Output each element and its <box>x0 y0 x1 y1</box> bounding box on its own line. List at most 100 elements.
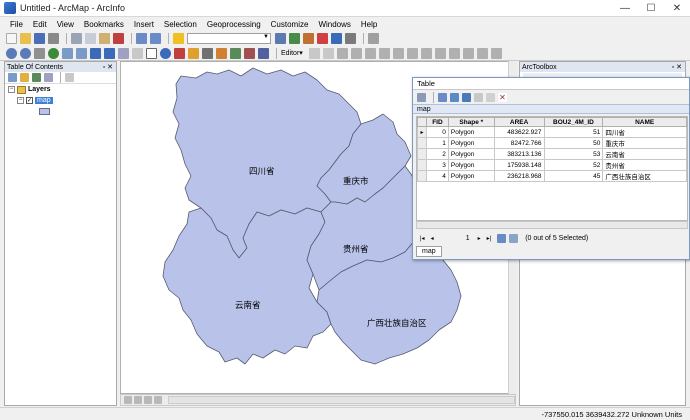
row-selector[interactable] <box>417 159 427 171</box>
arctoolbox-pin-close[interactable]: ▫ ✕ <box>672 63 682 71</box>
menu-view[interactable]: View <box>57 20 74 29</box>
cell-bou2-4m-id[interactable]: 52 <box>543 159 604 171</box>
full-extent-icon[interactable] <box>48 47 59 59</box>
column-header-name[interactable]: NAME <box>602 117 687 127</box>
cell-fid[interactable]: 4 <box>425 170 449 182</box>
map-horizontal-scrollbar[interactable] <box>168 396 515 404</box>
toc-layers-row[interactable]: − Layers <box>5 84 116 95</box>
province-yunnan[interactable] <box>162 207 332 365</box>
table-row[interactable]: 3 Polygon 175938.148 52 贵州省 <box>417 159 687 171</box>
cell-area[interactable]: 175938.148 <box>493 159 545 171</box>
zoom-to-selected-icon[interactable] <box>486 92 495 102</box>
find-icon[interactable] <box>216 47 227 59</box>
list-by-drawing-order-icon[interactable] <box>8 73 17 82</box>
delete-selected-icon[interactable]: ✕ <box>498 92 507 102</box>
cell-area[interactable]: 483622.927 <box>493 126 545 138</box>
cell-name[interactable]: 重庆市 <box>602 137 687 149</box>
collapse-icon[interactable]: − <box>8 86 15 93</box>
delete-icon[interactable] <box>113 33 124 44</box>
layout-view-icon[interactable] <box>134 396 142 404</box>
cell-bou2-4m-id[interactable]: 53 <box>543 148 604 160</box>
show-all-records-icon[interactable] <box>497 233 507 243</box>
redo-icon[interactable] <box>150 33 161 44</box>
go-to-xy-icon[interactable] <box>244 47 255 59</box>
edit-annotation-icon[interactable] <box>322 47 334 59</box>
list-by-visibility-icon[interactable] <box>32 73 41 82</box>
cell-fid[interactable]: 1 <box>425 137 449 149</box>
menu-selection[interactable]: Selection <box>164 20 197 29</box>
cell-area[interactable]: 236218.968 <box>493 170 545 182</box>
select-by-attributes-icon[interactable] <box>450 92 459 102</box>
python-window-icon[interactable] <box>331 33 342 44</box>
clear-selection-icon[interactable] <box>132 47 143 59</box>
straight-segment-icon[interactable] <box>336 47 348 59</box>
edit-vertices-icon[interactable] <box>392 47 404 59</box>
related-tables-icon[interactable] <box>438 92 447 102</box>
fixed-zoom-in-icon[interactable] <box>62 47 73 59</box>
row-selector[interactable] <box>417 148 427 160</box>
table-row[interactable]: ▸ 0 Polygon 483622.927 51 四川省 <box>417 126 687 138</box>
identify-icon[interactable] <box>160 47 171 59</box>
row-selector[interactable]: ▸ <box>417 126 427 138</box>
cell-shape[interactable]: Polygon <box>447 137 495 149</box>
minimize-button[interactable]: — <box>612 0 638 17</box>
time-slider-icon[interactable] <box>258 47 269 59</box>
model-builder-icon[interactable] <box>345 33 356 44</box>
cell-name[interactable]: 四川省 <box>602 126 687 138</box>
menu-windows[interactable]: Windows <box>318 20 350 29</box>
undo-icon[interactable] <box>136 33 147 44</box>
measure-icon[interactable] <box>202 47 213 59</box>
table-of-contents-icon[interactable] <box>289 33 300 44</box>
column-header-shape[interactable]: Shape * <box>447 117 495 127</box>
help-icon[interactable] <box>368 33 379 44</box>
attributes-icon[interactable] <box>462 47 474 59</box>
menu-bookmarks[interactable]: Bookmarks <box>84 20 124 29</box>
column-header-bou2-4m-id[interactable]: BOU2_4M_ID <box>543 117 604 127</box>
menu-customize[interactable]: Customize <box>271 20 309 29</box>
last-record-button[interactable]: ▸| <box>487 235 492 242</box>
table-tab-map[interactable]: map <box>416 246 442 257</box>
go-forward-icon[interactable] <box>104 47 115 59</box>
close-button[interactable]: ✕ <box>664 0 690 17</box>
table-row[interactable]: 4 Polygon 236218.968 45 广西壮族自治区 <box>417 170 687 182</box>
menu-insert[interactable]: Insert <box>134 20 154 29</box>
zoom-in-icon[interactable] <box>6 47 17 59</box>
go-back-icon[interactable] <box>90 47 101 59</box>
polygon-symbol-swatch[interactable] <box>39 108 50 115</box>
table-horizontal-scrollbar[interactable] <box>416 221 688 229</box>
toc-pin-close[interactable]: ▫ ✕ <box>103 63 113 71</box>
maximize-button[interactable]: ☐ <box>638 0 664 17</box>
column-header-area[interactable]: AREA <box>493 117 545 127</box>
cut-polygons-icon[interactable] <box>420 47 432 59</box>
trace-icon[interactable] <box>364 47 376 59</box>
reshape-icon[interactable] <box>406 47 418 59</box>
new-document-icon[interactable] <box>6 33 17 44</box>
refresh-icon[interactable] <box>144 396 152 404</box>
table-row[interactable]: 1 Polygon 82472.766 50 重庆市 <box>417 137 687 149</box>
point-icon[interactable] <box>378 47 390 59</box>
cell-fid[interactable]: 3 <box>425 159 449 171</box>
cell-name[interactable]: 广西壮族自治区 <box>602 170 687 182</box>
cell-shape[interactable]: Polygon <box>447 148 495 160</box>
editor-menu-button[interactable]: Editor▾ <box>281 49 303 57</box>
layer-name-map[interactable]: map <box>35 97 53 104</box>
collapse-icon[interactable]: − <box>17 97 24 104</box>
column-header-fid[interactable]: FID <box>425 117 449 127</box>
paste-icon[interactable] <box>99 33 110 44</box>
select-features-icon[interactable] <box>118 47 129 59</box>
menu-edit[interactable]: Edit <box>33 20 47 29</box>
fixed-zoom-out-icon[interactable] <box>76 47 87 59</box>
save-icon[interactable] <box>34 33 45 44</box>
cell-area[interactable]: 383213.136 <box>493 148 545 160</box>
rotate-icon[interactable] <box>448 47 460 59</box>
cell-shape[interactable]: Polygon <box>447 126 495 138</box>
copy-icon[interactable] <box>85 33 96 44</box>
print-icon[interactable] <box>48 33 59 44</box>
cell-fid[interactable]: 2 <box>425 148 449 160</box>
cell-area[interactable]: 82472.766 <box>493 137 545 149</box>
cell-bou2-4m-id[interactable]: 51 <box>543 126 604 138</box>
zoom-out-icon[interactable] <box>20 47 31 59</box>
row-selector[interactable] <box>417 170 427 182</box>
row-selector[interactable] <box>417 137 427 149</box>
toc-options-icon[interactable] <box>65 73 74 82</box>
